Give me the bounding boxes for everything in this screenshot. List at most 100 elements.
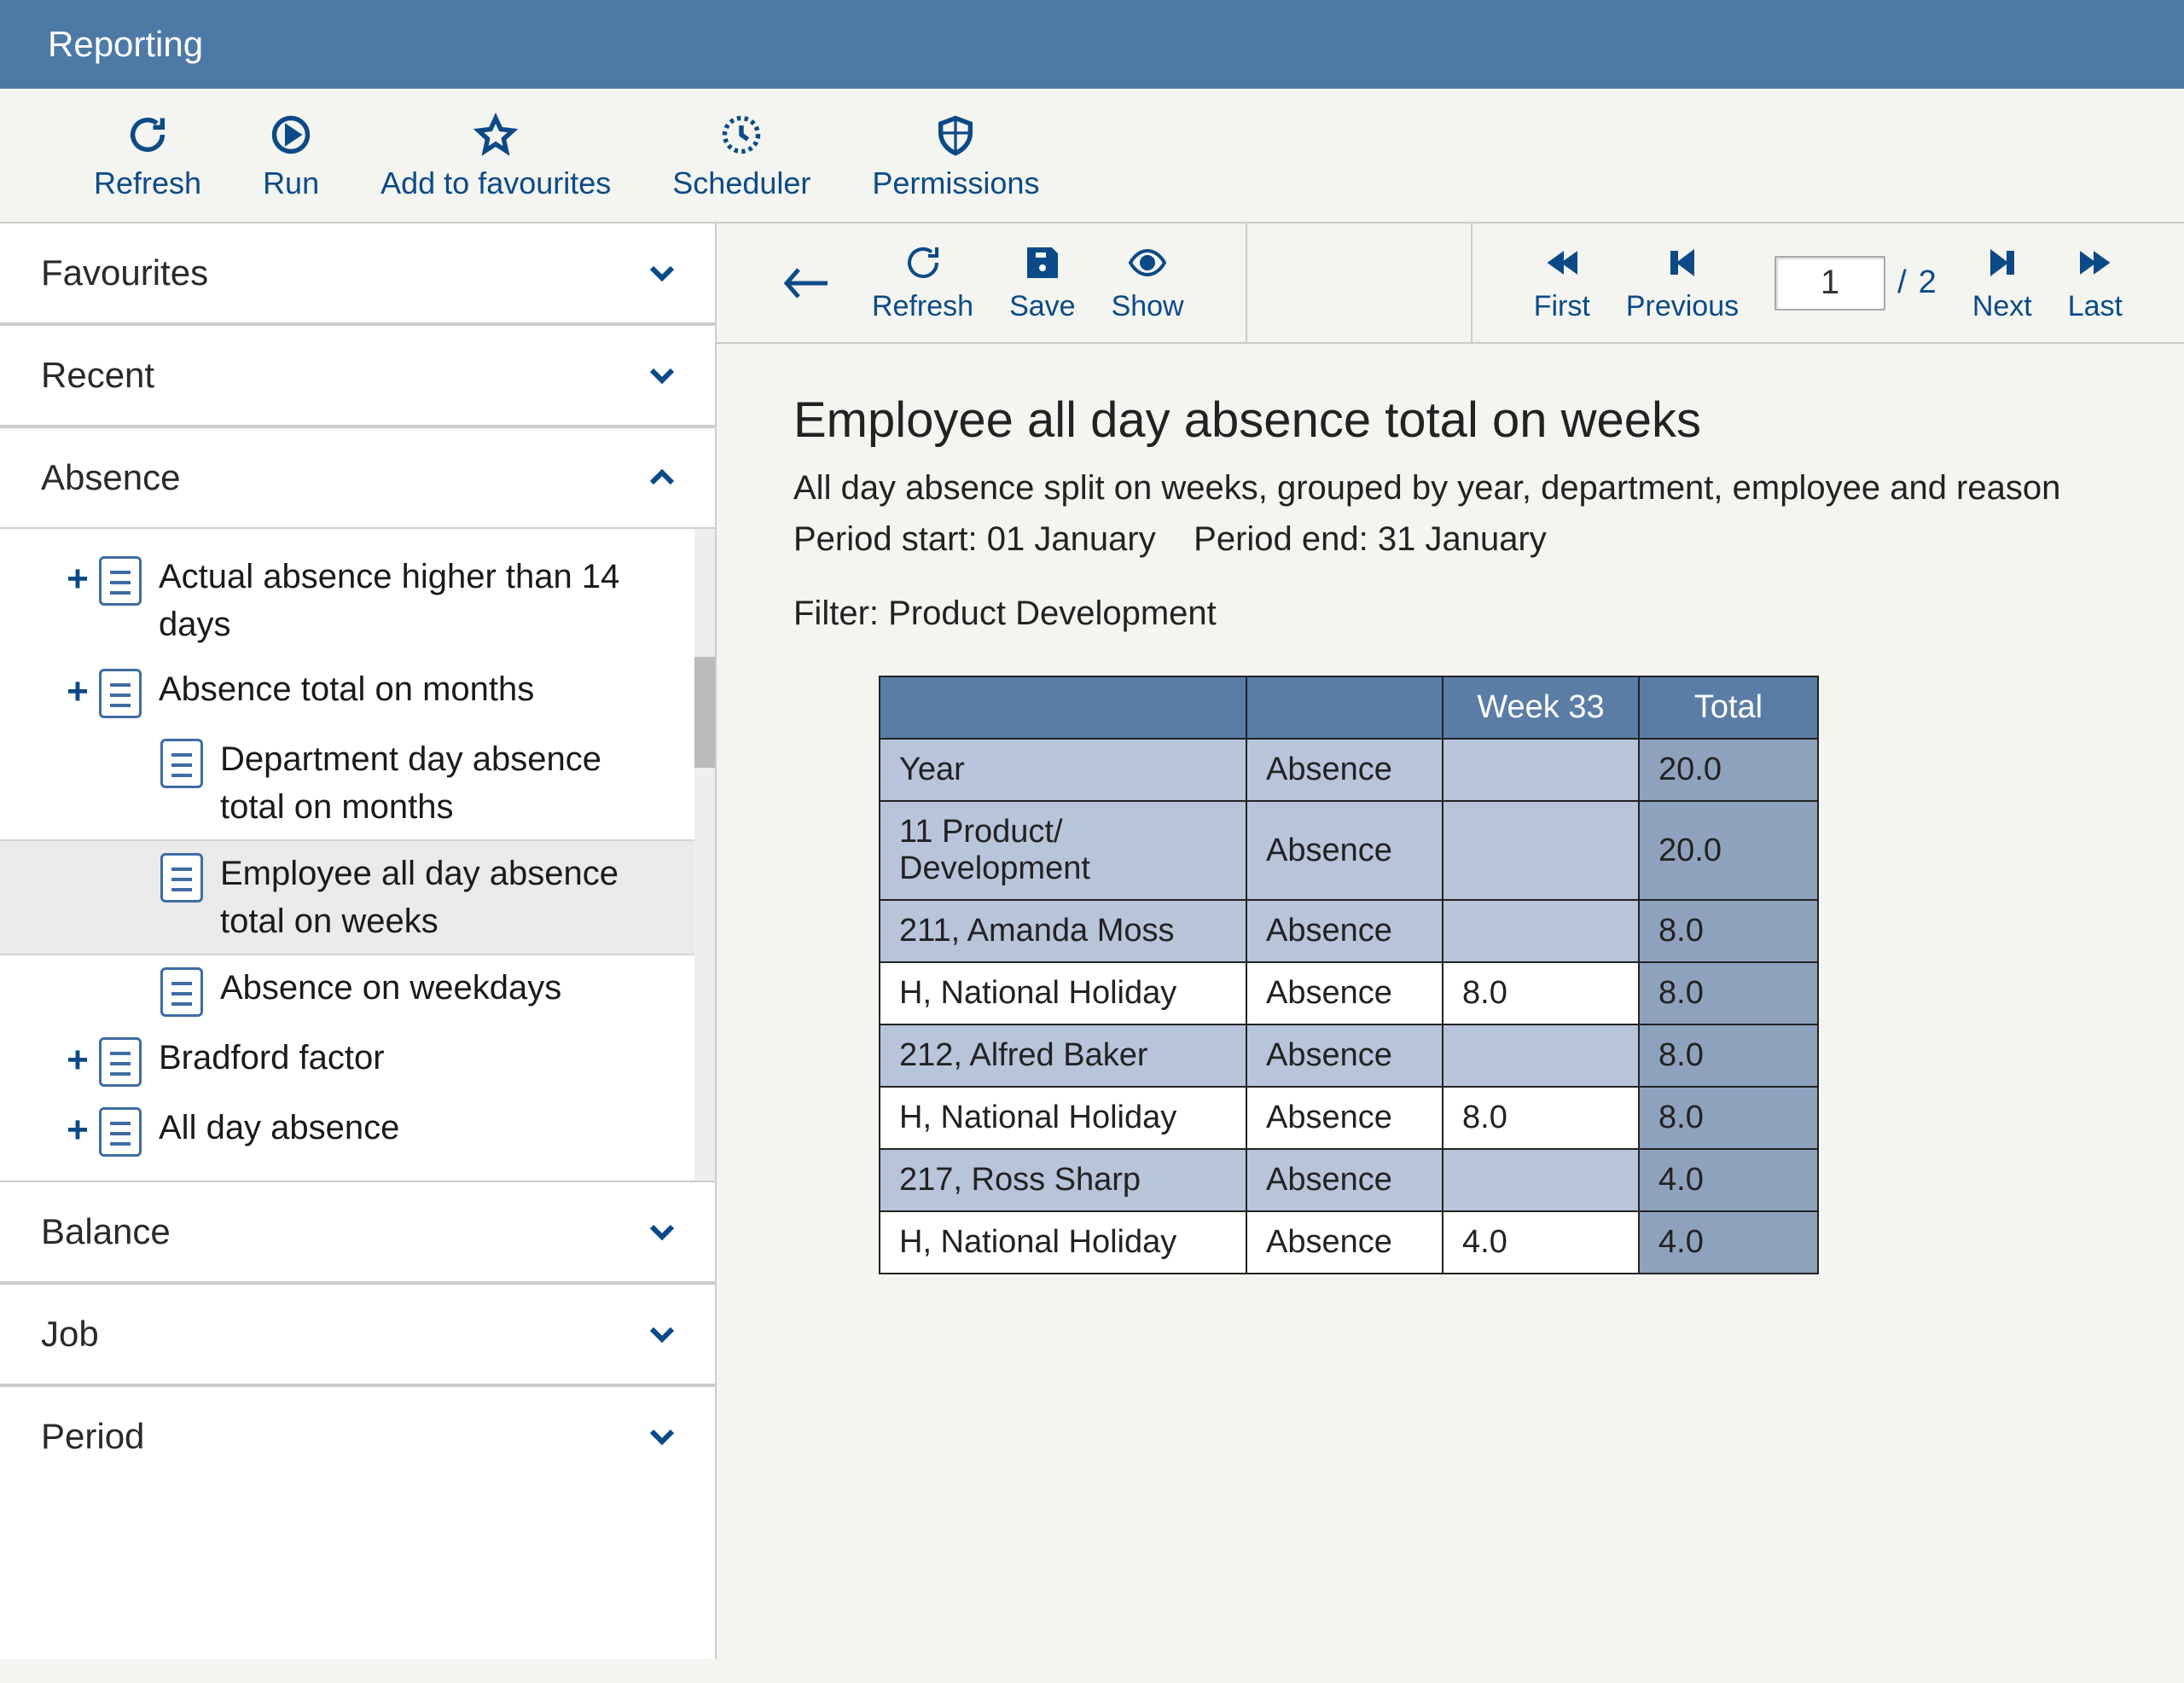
- cell-week: [1443, 801, 1639, 900]
- tree-item[interactable]: +Absence total on months: [0, 657, 715, 727]
- cell-type: Absence: [1246, 1211, 1443, 1274]
- scroll-thumb[interactable]: [694, 657, 715, 768]
- report-table: Week 33 Total YearAbsence20.011 Product/…: [879, 676, 1819, 1274]
- cell-type: Absence: [1246, 900, 1443, 962]
- shield-icon: [933, 113, 978, 157]
- document-icon: [160, 967, 203, 1017]
- scheduler-button[interactable]: Scheduler: [672, 113, 810, 201]
- report-body: Employee all day absence total on weeks …: [717, 344, 2184, 1322]
- toolbar-label: Permissions: [872, 165, 1039, 201]
- table-header: Week 33 Total: [880, 676, 1818, 739]
- chevron-down-icon: [645, 256, 679, 290]
- cell-week: [1443, 1024, 1639, 1087]
- expand-icon[interactable]: +: [61, 1104, 94, 1157]
- cell-total: 8.0: [1639, 1024, 1818, 1087]
- cell-total: 20.0: [1639, 739, 1818, 801]
- table-row: H, National HolidayAbsence8.08.0: [880, 962, 1818, 1024]
- save-button[interactable]: Save: [1009, 242, 1076, 323]
- cell-week: 8.0: [1443, 1087, 1639, 1149]
- clock-icon: [719, 113, 764, 157]
- add-to-favourites-button[interactable]: Add to favourites: [380, 113, 611, 201]
- page-indicator: / 2: [1774, 256, 1937, 310]
- filter-label: Filter:: [793, 595, 879, 632]
- chevron-down-icon: [645, 1317, 679, 1351]
- save-icon: [1022, 242, 1063, 283]
- toolbar-label: Save: [1009, 290, 1076, 323]
- tree-item[interactable]: +Actual absence higher than 14 days: [0, 544, 715, 657]
- expand-icon[interactable]: +: [61, 665, 94, 718]
- page-number-input[interactable]: [1774, 256, 1885, 310]
- cell-label: H, National Holiday: [880, 1211, 1246, 1274]
- cell-label: 211, Amanda Moss: [880, 900, 1246, 962]
- chevron-down-icon: [645, 1215, 679, 1249]
- period-end-label: Period end:: [1194, 520, 1368, 558]
- play-icon: [269, 113, 313, 157]
- period-start-label: Period start:: [793, 520, 978, 558]
- expand-icon[interactable]: +: [61, 553, 94, 606]
- cell-type: Absence: [1246, 1087, 1443, 1149]
- content-region: Refresh Save Show First: [717, 223, 2184, 1659]
- tree-item-label: Employee all day absence total on weeks: [220, 850, 689, 945]
- cell-total: 8.0: [1639, 962, 1818, 1024]
- sidebar-section-balance[interactable]: Balance: [0, 1181, 715, 1283]
- section-label: Period: [41, 1416, 144, 1457]
- tree-item[interactable]: + All day absence: [0, 1095, 715, 1165]
- period-start-value: 01 January: [987, 520, 1156, 558]
- cell-total: 4.0: [1639, 1149, 1818, 1211]
- viewer-refresh-button[interactable]: Refresh: [872, 242, 973, 323]
- run-button[interactable]: Run: [263, 113, 319, 201]
- sidebar-section-recent[interactable]: Recent: [0, 324, 715, 427]
- toolbar-label: Add to favourites: [380, 165, 611, 201]
- tree-item[interactable]: Department day absence total on months: [0, 727, 715, 839]
- cell-type: Absence: [1246, 962, 1443, 1024]
- sidebar-section-period[interactable]: Period: [0, 1385, 715, 1486]
- expand-icon[interactable]: +: [61, 1034, 94, 1087]
- toolbar-label: First: [1534, 290, 1590, 323]
- table-header-blank: [1246, 676, 1443, 739]
- show-button[interactable]: Show: [1112, 242, 1184, 323]
- tree-item[interactable]: + Bradford factor: [0, 1025, 715, 1095]
- toolbar-label: Next: [1972, 290, 2032, 323]
- table-row: H, National HolidayAbsence4.04.0: [880, 1211, 1818, 1274]
- arrow-left-icon: [778, 263, 836, 304]
- viewer-toolbar: Refresh Save Show First: [717, 223, 2184, 344]
- refresh-icon: [125, 113, 170, 157]
- sidebar-section-absence[interactable]: Absence: [0, 427, 715, 529]
- document-icon: [99, 1107, 142, 1157]
- cell-type: Absence: [1246, 801, 1443, 900]
- sidebar-section-favourites[interactable]: Favourites: [0, 223, 715, 324]
- scrollbar[interactable]: [694, 529, 715, 1181]
- tree-item-label: Bradford factor: [159, 1034, 689, 1082]
- cell-total: 8.0: [1639, 1087, 1818, 1149]
- last-page-button[interactable]: Last: [2068, 242, 2123, 323]
- refresh-icon: [903, 242, 944, 283]
- cell-week: 8.0: [1443, 962, 1639, 1024]
- refresh-button[interactable]: Refresh: [94, 113, 201, 201]
- tree-item-label: All day absence: [159, 1104, 689, 1152]
- report-title: Employee all day absence total on weeks: [793, 392, 2107, 449]
- cell-type: Absence: [1246, 1024, 1443, 1087]
- cell-week: [1443, 900, 1639, 962]
- toolbar-label: Previous: [1626, 290, 1739, 323]
- document-icon: [99, 1037, 142, 1087]
- sidebar-section-job[interactable]: Job: [0, 1283, 715, 1385]
- sidebar: Favourites Recent Absence +Actual absenc…: [0, 223, 717, 1659]
- chevron-down-icon: [645, 358, 679, 392]
- next-page-button[interactable]: Next: [1972, 242, 2032, 323]
- first-page-button[interactable]: First: [1534, 242, 1590, 323]
- document-icon: [99, 556, 142, 606]
- chevron-down-icon: [645, 1419, 679, 1454]
- cell-label: H, National Holiday: [880, 962, 1246, 1024]
- previous-page-button[interactable]: Previous: [1626, 242, 1739, 323]
- table-header-total: Total: [1639, 676, 1818, 739]
- back-button[interactable]: [778, 263, 836, 304]
- report-filter: Filter: Product Development: [793, 595, 2107, 633]
- tree-item[interactable]: Employee all day absence total on weeks: [0, 839, 715, 955]
- toolbar-label: Refresh: [94, 165, 201, 201]
- table-row: 217, Ross SharpAbsence4.0: [880, 1149, 1818, 1211]
- cell-type: Absence: [1246, 739, 1443, 801]
- table-row: 212, Alfred BakerAbsence8.0: [880, 1024, 1818, 1087]
- cell-week: 4.0: [1443, 1211, 1639, 1274]
- tree-item[interactable]: Absence on weekdays: [0, 955, 715, 1025]
- permissions-button[interactable]: Permissions: [872, 113, 1039, 201]
